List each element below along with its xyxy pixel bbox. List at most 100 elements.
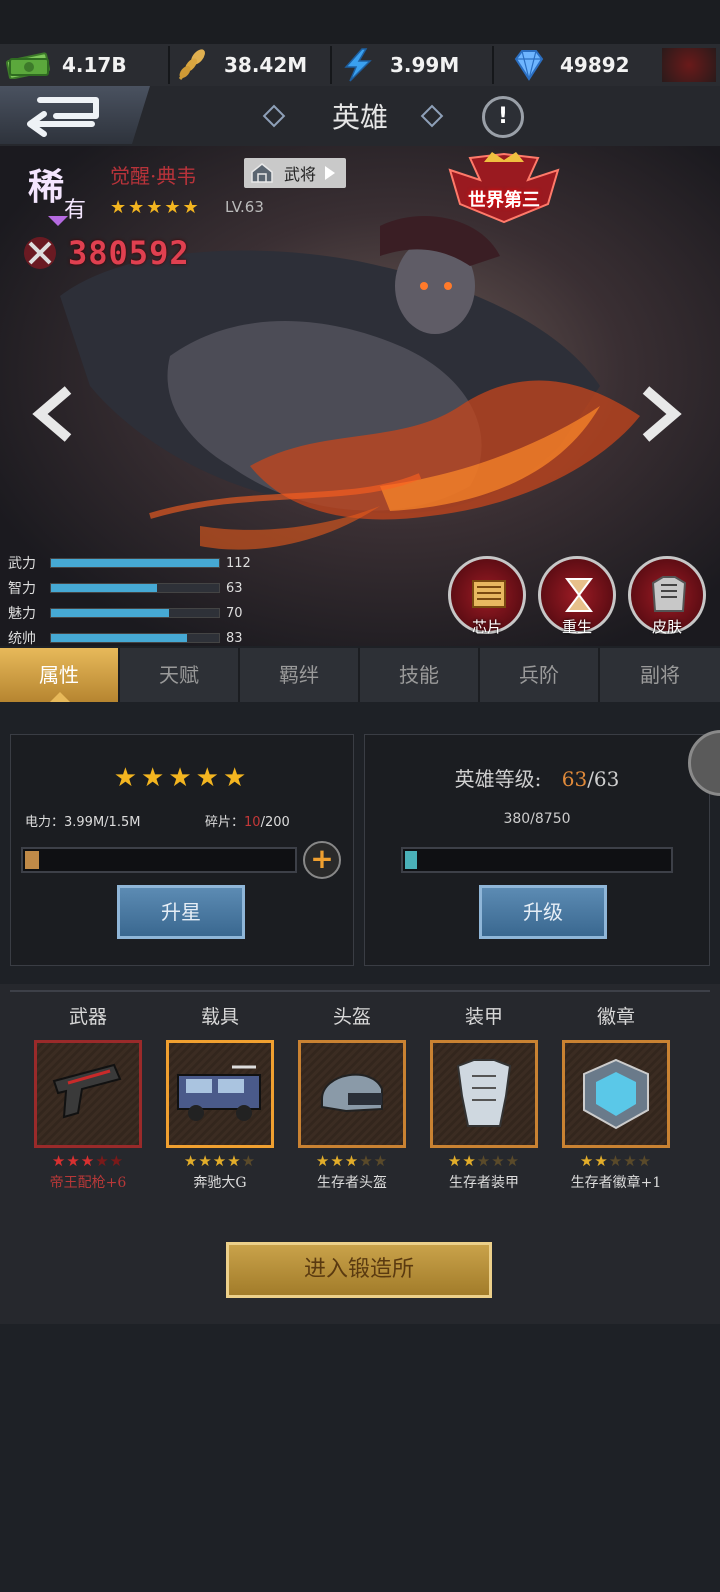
stat-label: 武力 [8,556,36,572]
resource-energy[interactable]: 3.99M [338,44,494,86]
tab-bar: 属性 天赋 羁绊 技能 兵阶 副将 [0,648,720,702]
stat-value: 70 [226,605,243,621]
resource-value: 38.42M [224,53,308,77]
equipment-slot-badge[interactable]: 徽章 ★★★★★ 生存者徽章+1 [560,1002,672,1192]
wheat-icon [178,49,205,80]
star-filled-icon: ★ [594,1152,609,1170]
stat-value: 112 [226,555,251,571]
slot-label: 头盔 [332,1006,371,1028]
slot-label: 装甲 [464,1006,503,1028]
chip-icon [472,580,506,608]
rarity-label: 稀 [28,166,65,208]
header: 英雄 ! [0,86,720,148]
combat-power: 380592 [22,234,190,272]
upgrade-star-button[interactable]: 升星 [117,885,245,939]
equipment-slot-vehicle[interactable]: 载具 ★★★★★ 奔驰大G [164,1002,276,1192]
divider [330,46,332,84]
stat-fill [51,584,157,592]
stat-bar [50,633,220,643]
star-empty-icon: ★ [359,1152,374,1170]
info-button[interactable]: ! [482,96,524,138]
equipment-stars: ★★★★★ [560,1152,672,1170]
level-up-button[interactable]: 升级 [479,885,607,939]
next-hero-arrow-icon[interactable] [640,386,684,442]
star-filled-icon: ★ [198,1152,213,1170]
add-shard-button[interactable]: + [303,841,341,879]
stat-value: 83 [226,630,243,646]
equipment-frame [562,1040,670,1148]
back-arrow-icon [27,97,99,137]
star-empty-icon: ★ [95,1152,110,1170]
equipment-name: 奔驰大G [193,1175,247,1191]
star-filled-icon: ★ [330,1152,345,1170]
star-filled-icon: ★ [80,1152,96,1170]
stat-label: 智力 [8,581,36,597]
action-label: 芯片 [471,618,502,636]
shard-label: 碎片： [205,815,245,830]
equipment-stars: ★★★★★ [296,1152,408,1170]
ornament-diamond-icon [420,104,444,128]
tab-bond[interactable]: 羁绊 [240,648,360,702]
equipment-frame [34,1040,142,1148]
stat-row-intellect: 智力 63 [8,578,243,598]
equipment-frame [166,1040,274,1148]
slot-label: 载具 [200,1006,239,1028]
equipment-stars: ★★★★★ [32,1152,144,1170]
prev-hero-arrow-icon[interactable] [30,386,74,442]
enter-forge-button[interactable]: 进入锻造所 [226,1242,492,1298]
star-filled-icon: ★ [227,1152,242,1170]
resource-extra-slot[interactable] [662,48,716,82]
skin-button[interactable]: 皮肤 [628,556,706,636]
combat-power-value: 380592 [68,234,190,272]
power-requirement: 电力：3.99M/1.5M [25,815,141,830]
resource-gems[interactable]: 49892 [508,44,658,86]
resource-food[interactable]: 38.42M [172,44,332,86]
star-empty-icon: ★ [241,1152,257,1170]
star-empty-icon: ★ [623,1152,638,1170]
chip-button[interactable]: 芯片 [448,556,526,636]
stat-fill [51,559,219,567]
tab-skills[interactable]: 技能 [360,648,480,702]
hero-stars: ★★★★★ [110,197,201,218]
level-up-panel: 英雄等级: 63/63 380/8750 升级 [364,734,710,966]
resource-cash[interactable]: 4.17B [6,44,170,86]
equipment-slot-armor[interactable]: 装甲 ★★★★★ 生存者装甲 [428,1002,540,1192]
class-helmet-icon [251,163,273,183]
play-triangle-icon [325,166,336,180]
resource-value: 4.17B [62,53,127,77]
equipment-slot-helmet[interactable]: 头盔 ★★★★★ 生存者头盔 [296,1002,408,1192]
star-filled-icon: ★ [462,1152,477,1170]
armor-vest-icon [456,1059,512,1127]
world-rank-badge: 世界第三 [440,150,568,226]
equipment-name: 生存者装甲 [449,1175,519,1191]
armor-icon [651,576,687,612]
star-filled-icon: ★ [183,1152,199,1170]
exp-text: 380/8750 [503,811,571,827]
hero-class-tag[interactable]: 武将 [244,158,346,188]
star-empty-icon: ★ [505,1152,521,1170]
star-empty-icon: ★ [637,1152,653,1170]
truck-icon [177,1065,261,1121]
back-button[interactable] [0,86,150,144]
star-filled-icon: ★ [344,1152,360,1170]
shard-total: /200 [260,815,290,830]
stat-value: 63 [226,580,243,596]
tab-rank[interactable]: 兵阶 [480,648,600,702]
slot-label: 武器 [68,1006,107,1028]
lightning-icon [344,48,372,82]
stat-fill [51,609,169,617]
exp-progress-bar [401,847,673,873]
cash-icon [6,52,50,79]
stat-bar [50,608,220,618]
tab-talent[interactable]: 天赋 [120,648,240,702]
stat-bar [50,583,220,593]
rebirth-button[interactable]: 重生 [538,556,616,636]
equipment-name: 生存者头盔 [317,1175,387,1191]
shard-current: 10 [244,815,261,830]
shard-progress-fill [25,851,39,869]
star-panel-stars: ★★★★★ [113,763,251,793]
tab-deputy[interactable]: 副将 [600,648,720,702]
equipment-slot-weapon[interactable]: 武器 ★★★★★ 帝王配枪+6 [32,1002,144,1192]
resource-value: 49892 [560,53,630,77]
star-filled-icon: ★ [315,1152,331,1170]
